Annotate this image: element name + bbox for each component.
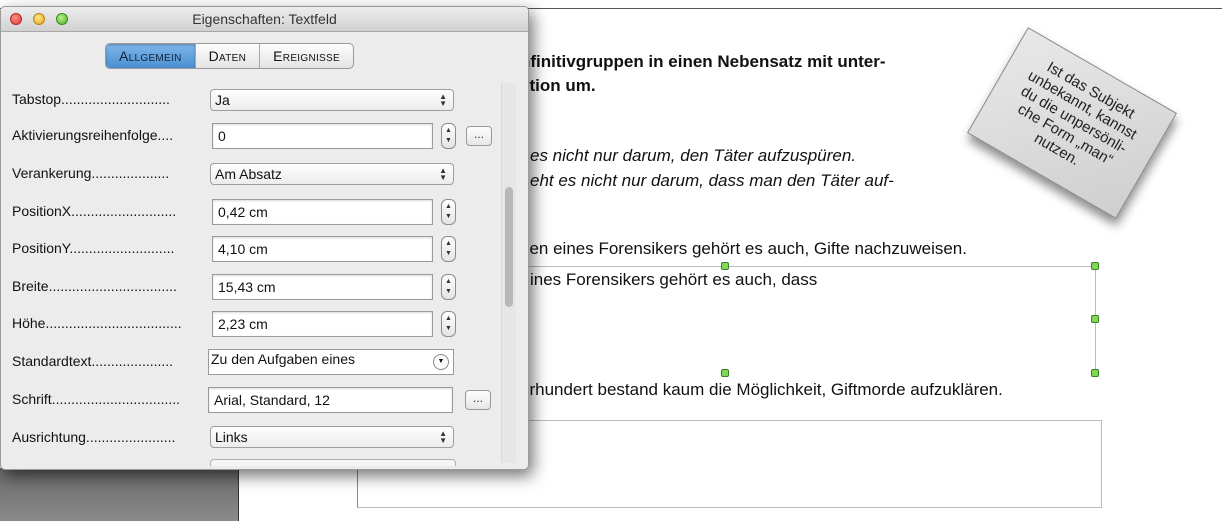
- width-field[interactable]: 15,43 cm: [212, 274, 433, 300]
- properties-dialog: Eigenschaften: Textfeld Allgemein Daten …: [0, 6, 529, 470]
- heading-line-1: nfinitivgruppen in einen Nebensatz mit u…: [520, 52, 886, 71]
- activation-order-field[interactable]: 0: [212, 123, 433, 149]
- width-stepper[interactable]: ▲ ▼: [441, 274, 456, 300]
- activation-order-button[interactable]: ...: [466, 126, 492, 146]
- title-bar[interactable]: Eigenschaften: Textfeld: [1, 7, 528, 32]
- height-field[interactable]: 2,23 cm: [212, 311, 433, 337]
- scroll-thumb[interactable]: [505, 187, 513, 307]
- resize-handle-bottom[interactable]: [721, 369, 729, 377]
- up-down-arrows-icon: ▲ ▼: [439, 166, 447, 182]
- position-y-stepper[interactable]: ▲ ▼: [441, 236, 456, 262]
- italic-line-2: eht es nicht nur darum, dass man den Tät…: [530, 171, 894, 190]
- position-x-label: PositionX...........................: [12, 203, 177, 219]
- default-text-label: Standardtext.....................: [12, 353, 174, 369]
- resize-handle-top-right[interactable]: [1091, 262, 1099, 270]
- up-down-arrows-icon: ▲ ▼: [439, 92, 447, 108]
- window-title: Eigenschaften: Textfeld: [192, 11, 337, 27]
- anchoring-value: Am Absatz: [215, 166, 282, 182]
- scrollbar[interactable]: [501, 83, 516, 463]
- alignment-label: Ausrichtung.......................: [12, 429, 176, 445]
- margin-area: [0, 468, 238, 521]
- anchoring-label: Verankerung....................: [12, 165, 170, 181]
- italic-line-1: es nicht nur darum, den Täter aufzuspüre…: [530, 146, 857, 165]
- tabstop-value: Ja: [215, 92, 230, 108]
- height-label: Höhe...................................: [12, 315, 182, 331]
- resize-handle-right[interactable]: [1091, 315, 1099, 323]
- tab-allgemein[interactable]: Allgemein: [106, 44, 196, 68]
- next-row-partial: [210, 459, 456, 466]
- heading-line-2: ktion um.: [520, 76, 596, 95]
- century-line: hrhundert bestand kaum die Möglichkeit, …: [520, 380, 1003, 399]
- font-label: Schrift.................................: [12, 391, 181, 407]
- text-field-content[interactable]: ines Forensikers gehört es auch, dass: [530, 270, 817, 290]
- resize-handle-bottom-right[interactable]: [1091, 369, 1099, 377]
- font-field[interactable]: Arial, Standard, 12: [208, 387, 453, 413]
- height-stepper[interactable]: ▲ ▼: [441, 311, 456, 337]
- default-text-value: Zu den Aufgaben eines: [211, 351, 356, 367]
- up-down-arrows-icon: ▲ ▼: [439, 429, 447, 445]
- anchoring-select[interactable]: Am Absatz ▲ ▼: [210, 163, 454, 185]
- tabstop-select[interactable]: Ja ▲ ▼: [210, 89, 454, 111]
- position-y-label: PositionY...........................: [12, 240, 175, 256]
- tasks-line: ben eines Forensikers gehört es auch, Gi…: [520, 239, 967, 258]
- sticky-note: Ist das Subjekt unbekannt, kannst du die…: [967, 27, 1177, 219]
- alignment-select[interactable]: Links ▲ ▼: [210, 426, 454, 448]
- position-x-field[interactable]: 0,42 cm: [212, 199, 433, 225]
- tab-bar: Allgemein Daten Ereignisse: [105, 43, 354, 69]
- tab-daten[interactable]: Daten: [196, 44, 261, 68]
- properties-panel: Tabstop............................ Ja ▲…: [5, 73, 520, 466]
- width-label: Breite.................................: [12, 278, 177, 294]
- sticky-note-text: Ist das Subjekt unbekannt, kannst du die…: [1014, 58, 1140, 170]
- activation-order-stepper[interactable]: ▲ ▼: [441, 123, 456, 149]
- tab-ereignisse[interactable]: Ereignisse: [260, 44, 353, 68]
- position-x-stepper[interactable]: ▲ ▼: [441, 199, 456, 225]
- margin-divider: [238, 468, 239, 521]
- alignment-value: Links: [215, 429, 248, 445]
- default-text-field[interactable]: Zu den Aufgaben eines ▼: [208, 349, 454, 375]
- tabstop-label: Tabstop............................: [12, 91, 170, 107]
- font-button[interactable]: ...: [465, 390, 491, 410]
- chevron-down-icon[interactable]: ▼: [433, 354, 449, 370]
- position-y-field[interactable]: 4,10 cm: [212, 236, 433, 262]
- activation-order-label: Aktivierungsreihenfolge....: [12, 127, 174, 143]
- resize-handle-top[interactable]: [721, 262, 729, 270]
